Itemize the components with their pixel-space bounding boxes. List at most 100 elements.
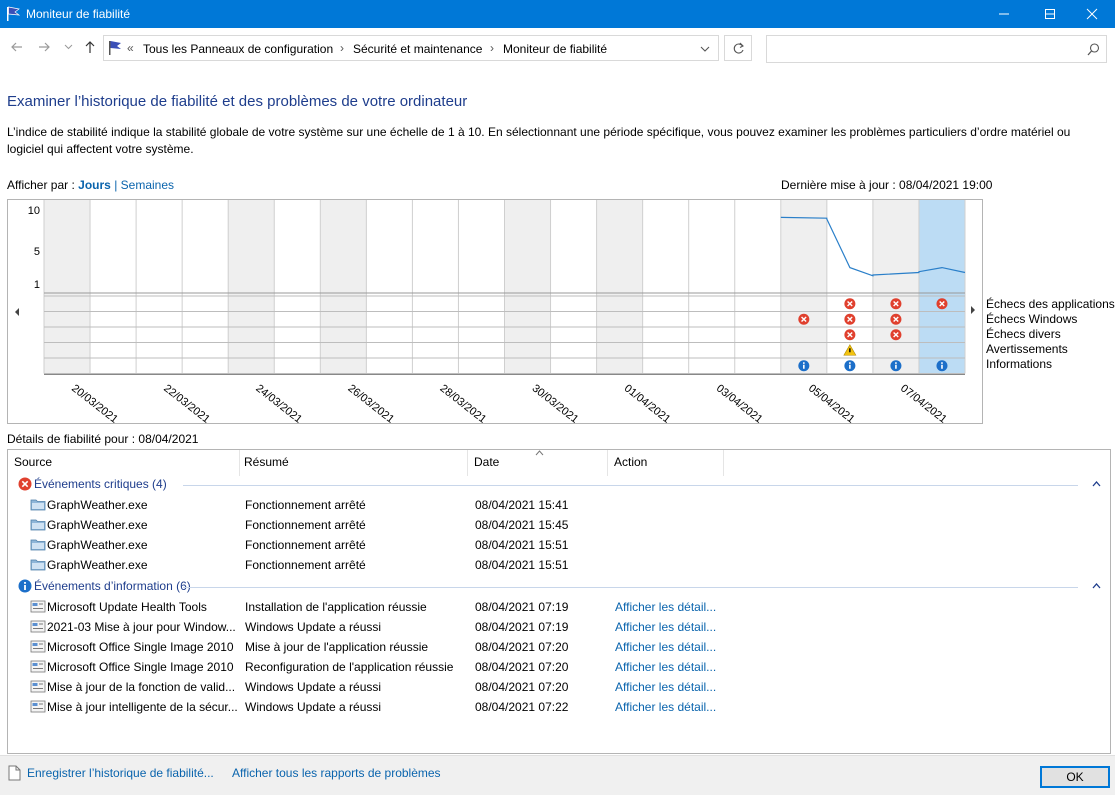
reliability-chart-svg[interactable]: 10 5 1 20/03/2021 22/03/2021 24/03/2021 26/03/…	[8, 200, 982, 423]
warning-mark	[849, 348, 851, 353]
row-source: 2021-03 Mise à jour pour Window...	[47, 620, 236, 634]
table-row[interactable]: GraphWeather.exe Fonctionnement arrêté 08/…	[8, 515, 1108, 535]
ok-button[interactable]: OK	[1040, 766, 1110, 788]
date-tick-label: 07/04/2021	[898, 382, 949, 423]
group-divider	[183, 587, 1078, 588]
column-header-source[interactable]: Source	[8, 450, 240, 476]
table-row[interactable]: 2021-03 Mise à jour pour Window... Window…	[8, 617, 1108, 637]
chart-day-column[interactable]	[734, 200, 781, 374]
table-row[interactable]: GraphWeather.exe Fonctionnement arrêté 08/…	[8, 495, 1108, 515]
chart-day-column[interactable]	[642, 200, 689, 374]
collapse-chevron-icon[interactable]	[1092, 481, 1101, 487]
y-tick-label: 1	[34, 279, 40, 291]
chart-day-column[interactable]	[596, 200, 643, 374]
chart-day-column[interactable]	[44, 200, 91, 374]
chart-day-column[interactable]	[918, 200, 965, 374]
save-history-link[interactable]: Enregistrer l’historique de fiabilité...	[27, 766, 214, 780]
info-i-mark	[941, 364, 943, 369]
chart-day-column[interactable]	[872, 200, 919, 374]
chart-day-column[interactable]	[90, 200, 137, 374]
all-reports-link[interactable]: Afficher tous les rapports de problèmes	[232, 766, 441, 780]
address-bar[interactable]: « Tous les Panneaux de configuration › S…	[103, 35, 719, 61]
chart-day-column[interactable]	[182, 200, 229, 374]
row-summary: Reconfiguration de l'application réussie	[245, 660, 454, 674]
row-action-link[interactable]: Afficher les détail...	[615, 700, 716, 714]
group-divider	[183, 485, 1078, 486]
close-button[interactable]	[1069, 0, 1115, 28]
row-summary: Fonctionnement arrêté	[245, 558, 366, 572]
date-tick-label: 26/03/2021	[345, 382, 396, 423]
update-package-icon	[30, 680, 46, 693]
chart-scroll-right-icon[interactable]	[969, 305, 977, 315]
chart-day-column[interactable]	[780, 200, 827, 374]
collapse-chevron-icon[interactable]	[1092, 583, 1101, 589]
maximize-icon	[1045, 9, 1055, 19]
date-tick-label: 01/04/2021	[622, 382, 673, 423]
row-summary: Windows Update a réussi	[245, 680, 382, 694]
search-icon	[1087, 43, 1100, 56]
chart-day-column[interactable]	[366, 200, 413, 374]
back-arrow-icon[interactable]	[10, 40, 24, 54]
page-title: Examiner l’historique de fiabilité et de…	[7, 93, 468, 110]
chart-day-column[interactable]	[136, 200, 183, 374]
table-row[interactable]: Microsoft Office Single Image 2010 Mise à…	[8, 637, 1108, 657]
row-summary: Windows Update a réussi	[245, 700, 382, 714]
table-row[interactable]: Microsoft Update Health Tools Installatio…	[8, 597, 1108, 617]
chart-scroll-left-icon[interactable]	[15, 308, 19, 316]
info-i-dot	[849, 362, 851, 364]
chart-day-column[interactable]	[412, 200, 459, 374]
row-summary: Installation de l'application réussie	[245, 600, 427, 614]
chart-day-column[interactable]	[274, 200, 321, 374]
update-package-icon	[30, 700, 46, 713]
up-arrow-icon[interactable]	[83, 40, 97, 54]
minimize-button[interactable]	[981, 0, 1027, 28]
update-package-icon	[30, 640, 46, 653]
row-action-link[interactable]: Afficher les détail...	[615, 620, 716, 634]
row-action-link[interactable]: Afficher les détail...	[615, 600, 716, 614]
table-row[interactable]: GraphWeather.exe Fonctionnement arrêté 08/…	[8, 555, 1108, 575]
table-row[interactable]: Microsoft Office Single Image 2010 Reconf…	[8, 657, 1108, 677]
table-row[interactable]: Mise à jour de la fonction de valid... Wi…	[8, 677, 1108, 697]
recent-locations-chevron-icon[interactable]	[64, 44, 73, 50]
flag-icon	[109, 41, 121, 55]
folder-icon	[30, 519, 46, 531]
row-date: 08/04/2021 07:20	[475, 640, 569, 654]
breadcrumb-reliability-monitor[interactable]: Moniteur de fiabilité	[503, 42, 607, 56]
row-date: 08/04/2021 15:51	[475, 558, 569, 572]
column-header-action[interactable]: Action	[608, 450, 724, 476]
row-source: GraphWeather.exe	[47, 538, 148, 552]
row-date: 08/04/2021 07:20	[475, 660, 569, 674]
refresh-button[interactable]	[724, 35, 752, 61]
row-source: Mise à jour intelligente de la sécur...	[47, 700, 238, 714]
table-row[interactable]: GraphWeather.exe Fonctionnement arrêté 08/…	[8, 535, 1108, 555]
info-i-dot	[803, 362, 805, 364]
table-row[interactable]: Mise à jour intelligente de la sécur... W…	[8, 697, 1108, 717]
update-package-icon	[30, 660, 46, 673]
breadcrumb-security-maintenance[interactable]: Sécurité et maintenance	[353, 42, 482, 56]
chart-day-column[interactable]	[688, 200, 735, 374]
maximize-button[interactable]	[1027, 0, 1073, 28]
view-days-link[interactable]: Jours	[78, 178, 111, 192]
row-action-link[interactable]: Afficher les détail...	[615, 680, 716, 694]
critical-events-group[interactable]: Événements critiques (4)	[18, 477, 167, 491]
search-input[interactable]	[766, 35, 1107, 63]
information-events-group[interactable]: Événements d’information (6)	[18, 579, 191, 593]
row-summary: Fonctionnement arrêté	[245, 518, 366, 532]
error-icon	[18, 477, 32, 491]
chart-day-column[interactable]	[550, 200, 597, 374]
overflow-chevron[interactable]: «	[127, 41, 134, 55]
row-date: 08/04/2021 07:22	[475, 700, 569, 714]
forward-arrow-icon[interactable]	[37, 40, 51, 54]
breadcrumb-control-panel[interactable]: Tous les Panneaux de configuration	[143, 42, 333, 56]
chart-day-column[interactable]	[228, 200, 275, 374]
chevron-down-icon[interactable]	[700, 46, 710, 52]
chart-day-column[interactable]	[320, 200, 367, 374]
chart-day-column[interactable]	[504, 200, 551, 374]
update-package-icon	[30, 620, 46, 633]
chart-day-column[interactable]	[458, 200, 505, 374]
column-header-summary[interactable]: Résumé	[238, 450, 468, 476]
breadcrumb-separator-icon: ›	[340, 41, 344, 55]
view-weeks-link[interactable]: Semaines	[121, 178, 174, 192]
row-action-link[interactable]: Afficher les détail...	[615, 660, 716, 674]
row-action-link[interactable]: Afficher les détail...	[615, 640, 716, 654]
